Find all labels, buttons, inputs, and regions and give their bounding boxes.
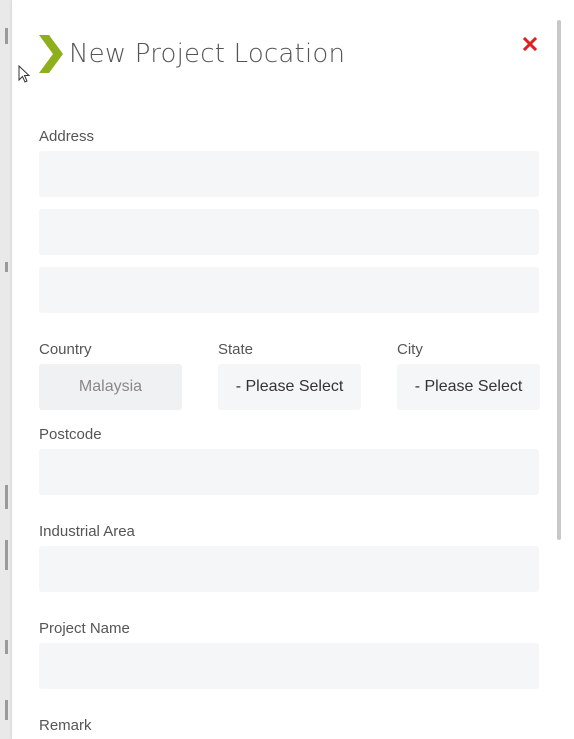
address-line2-input[interactable] xyxy=(39,209,539,255)
project-name-input[interactable] xyxy=(39,643,539,689)
scrollbar[interactable] xyxy=(554,0,564,739)
chevron-right-icon xyxy=(39,35,63,73)
background-mark xyxy=(5,485,8,509)
postcode-input[interactable] xyxy=(39,449,539,495)
city-select[interactable]: - Please Select xyxy=(397,364,540,410)
mouse-pointer-icon xyxy=(18,65,30,83)
address-line1-input[interactable] xyxy=(39,151,539,197)
country-select: Malaysia xyxy=(39,364,182,410)
scrollbar-thumb[interactable] xyxy=(557,20,561,540)
state-select-value: - Please Select xyxy=(235,378,344,395)
industrial-area-input[interactable] xyxy=(39,546,539,592)
project-name-label: Project Name xyxy=(39,620,130,637)
new-project-location-dialog: New Project Location Address Country Sta… xyxy=(12,0,564,739)
background-mark xyxy=(5,540,8,570)
country-label: Country xyxy=(39,341,92,358)
city-label: City xyxy=(397,341,423,358)
background-mark xyxy=(5,640,8,654)
dialog-header: New Project Location xyxy=(39,34,345,74)
background-mark xyxy=(5,28,8,44)
close-button[interactable] xyxy=(522,36,538,52)
background-window-edge xyxy=(0,0,12,739)
background-mark xyxy=(5,262,8,272)
industrial-area-label: Industrial Area xyxy=(39,523,135,540)
address-label: Address xyxy=(39,128,95,145)
postcode-label: Postcode xyxy=(39,426,102,443)
close-icon xyxy=(522,36,538,52)
country-select-value: Malaysia xyxy=(78,378,143,395)
background-mark xyxy=(5,700,8,720)
city-select-value: - Please Select xyxy=(414,378,523,395)
state-label: State xyxy=(218,341,254,358)
remark-label: Remark xyxy=(39,717,92,734)
dialog-title: New Project Location xyxy=(69,39,346,69)
state-select[interactable]: - Please Select xyxy=(218,364,361,410)
address-line3-input[interactable] xyxy=(39,267,539,313)
